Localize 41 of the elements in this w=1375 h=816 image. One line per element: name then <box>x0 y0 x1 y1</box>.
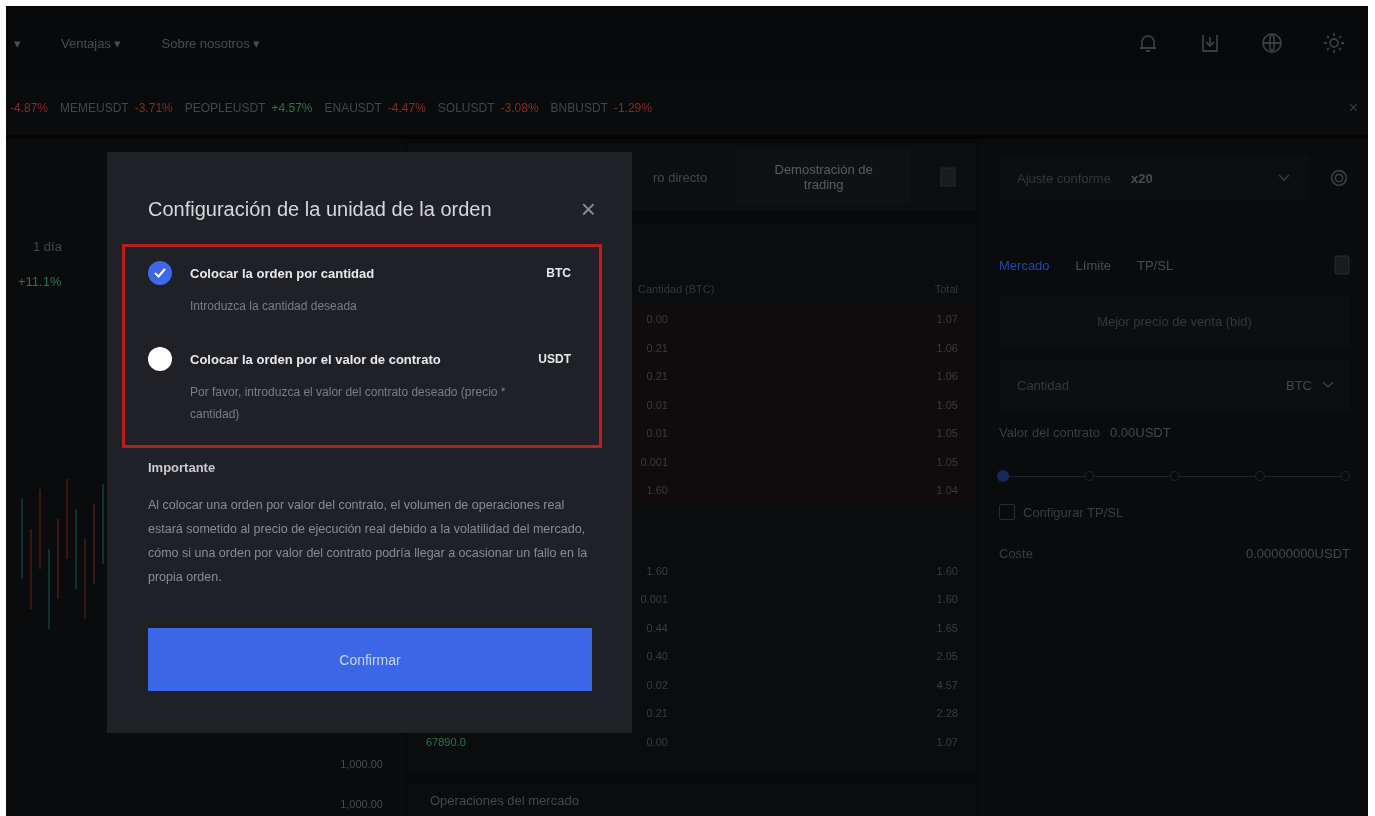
cost-value: 0.00000000USDT <box>1245 546 1350 561</box>
order-type-tab[interactable]: Límite <box>1075 257 1111 273</box>
price-change: +11.1% <box>18 274 62 289</box>
chevron-icon <box>1278 174 1290 182</box>
settings-icon[interactable] <box>1328 167 1350 189</box>
option-title: Colocar la orden por el valor de contrato <box>190 351 442 367</box>
close-button[interactable]: × <box>580 196 596 222</box>
timeframe-tab[interactable]: 1 día <box>18 239 62 254</box>
option-description: Introduzca la cantidad deseada <box>190 298 358 315</box>
check-icon <box>154 268 166 278</box>
radio-button[interactable] <box>148 347 172 371</box>
radio-button[interactable] <box>148 261 172 285</box>
header-label: ro directo <box>652 169 708 185</box>
ticker-item[interactable]: SOLUSDT -3.08% <box>437 100 539 115</box>
ticker-item[interactable]: BNBUSDT -1.29% <box>550 100 652 115</box>
option-unit: USDT <box>538 352 571 366</box>
nav-menu[interactable]: Ventajas ▾ <box>61 35 122 51</box>
ticker-item[interactable]: ENAUSDT -4.47% <box>324 100 426 115</box>
sun-icon[interactable] <box>1322 31 1346 55</box>
price-axis-label: 1,000.00 <box>340 798 383 810</box>
chevron-icon <box>1322 381 1334 389</box>
price-cell-text: 67890.0 <box>425 735 466 748</box>
dialog-title: Configuración de la unidad de la orden <box>148 197 492 221</box>
order-type-tab[interactable]: TP/SL <box>1137 257 1174 273</box>
close-button[interactable]: × <box>1342 97 1368 118</box>
tpsl-checkbox[interactable] <box>999 504 1015 520</box>
ticker-item[interactable]: -4.87% <box>10 100 49 115</box>
option-title: Colocar la orden por cantidad <box>190 265 376 281</box>
ticker-item[interactable]: MEMEUSDT -3.71% <box>60 100 173 115</box>
notice-text: Al colocar una orden por valor del contrato, el volumen de operaciones real estará sometido al precio de ejecución real debido a la volatilidad del mercado, cómo si una orden por valor del contrato podría llegar a ocasionar un fallo en la propia orden. <box>148 497 589 586</box>
option-description: Por favor, introduzca el valor del contrato deseado (precio * cantidad) <box>190 384 507 423</box>
ticker-item[interactable]: PEOPLEUSDT +4.57% <box>184 100 313 115</box>
price-axis-label: 1,000.00 <box>340 758 383 770</box>
globe-icon[interactable] <box>1260 31 1284 55</box>
confirm-button[interactable]: Confirmar <box>148 628 592 691</box>
order-type-tab[interactable]: Mercado <box>999 257 1050 273</box>
contract-value: 0.00USDT <box>1109 425 1171 440</box>
option-unit: BTC <box>546 266 571 280</box>
nav-menu[interactable]: ▾ <box>14 35 21 51</box>
notice-title: Importante <box>148 460 217 475</box>
nav-menu[interactable]: Sobre nosotros ▾ <box>161 35 261 51</box>
